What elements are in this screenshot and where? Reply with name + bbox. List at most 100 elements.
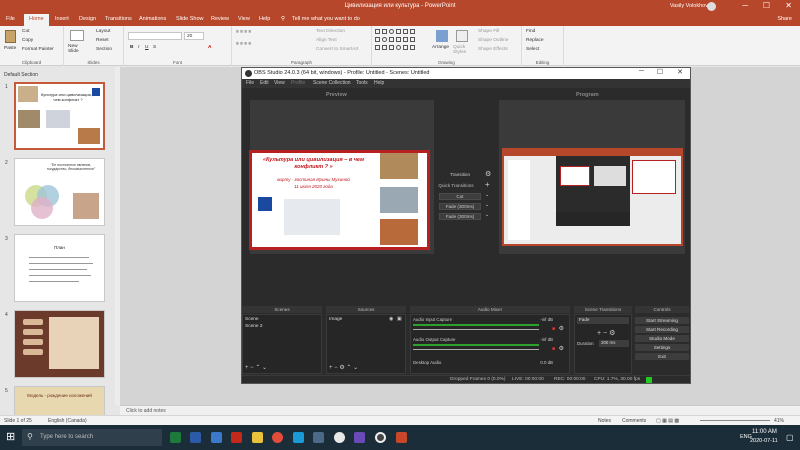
- arrange-button[interactable]: Arrange: [432, 45, 449, 50]
- eye-icon[interactable]: ◉: [389, 316, 393, 322]
- obs-menu-profile[interactable]: Profile: [291, 80, 305, 86]
- align-text-button[interactable]: Align Text: [316, 38, 337, 43]
- font-color-button[interactable]: A: [208, 45, 211, 50]
- app-icon[interactable]: [313, 432, 324, 443]
- align-buttons[interactable]: ≡ ≡ ≡ ≡: [236, 42, 251, 47]
- language-indicator[interactable]: English (Canada): [48, 418, 87, 424]
- italic-button[interactable]: I: [138, 45, 139, 50]
- cut-button[interactable]: Cut: [22, 29, 29, 34]
- paste-button[interactable]: Paste: [4, 46, 16, 51]
- tab-animations[interactable]: Animations: [139, 16, 166, 22]
- bold-button[interactable]: B: [130, 45, 133, 50]
- obs-menu-help[interactable]: Help: [374, 80, 384, 86]
- scenes-list[interactable]: Scene Scene 2 + − ⌃ ⌄: [242, 314, 322, 374]
- transition-button[interactable]: Transition: [439, 172, 481, 179]
- notifications-icon[interactable]: ▢: [786, 433, 794, 442]
- obs-taskbar-icon[interactable]: [375, 432, 386, 443]
- avatar[interactable]: [707, 2, 716, 11]
- slide-thumbnail-4[interactable]: [14, 310, 105, 378]
- chevron-down-icon[interactable]: ⌄: [485, 212, 489, 218]
- replace-button[interactable]: Replace: [526, 38, 544, 43]
- powerpoint-taskbar-icon[interactable]: [396, 432, 407, 443]
- exit-button[interactable]: Exit: [635, 353, 689, 360]
- font-name-input[interactable]: [128, 32, 182, 40]
- obs-menu-scene-collection[interactable]: Scene Collection: [313, 80, 351, 86]
- edge-icon[interactable]: [211, 432, 222, 443]
- notes-pane[interactable]: Click to add notes: [120, 405, 800, 415]
- text-direction-button[interactable]: Text Direction: [316, 29, 345, 34]
- settings-button[interactable]: Settings: [635, 344, 689, 351]
- view-buttons[interactable]: ▢ ▦ ▤ ▩: [656, 418, 679, 424]
- acrobat-icon[interactable]: [231, 432, 242, 443]
- slide-thumbnail-2[interactable]: "Ее постоянное явление, государство, бес…: [14, 158, 105, 226]
- scene-item[interactable]: Scene 2: [245, 324, 263, 329]
- obs-menu-file[interactable]: File: [246, 80, 254, 86]
- clock-time[interactable]: 11:00 AM: [752, 429, 777, 435]
- close-button[interactable]: ✕: [785, 1, 792, 10]
- search-box[interactable]: Type here to search: [22, 429, 162, 446]
- zoom-slider[interactable]: [700, 420, 770, 421]
- obs-menu-edit[interactable]: Edit: [260, 80, 269, 86]
- chevron-down-icon[interactable]: ⌄: [485, 202, 489, 208]
- shape-fill-button[interactable]: Shape Fill: [478, 29, 499, 34]
- tab-insert[interactable]: Insert: [55, 16, 69, 22]
- duration-input[interactable]: 300 ms: [599, 340, 629, 347]
- strikethrough-button[interactable]: S: [153, 45, 156, 50]
- scene-toolbar[interactable]: + − ⌃ ⌄: [245, 364, 267, 371]
- obs-menu-view[interactable]: View: [274, 80, 285, 86]
- preview-slide[interactable]: «Культура или цивилизация – в чем конфли…: [249, 150, 430, 250]
- tab-home[interactable]: Home: [24, 14, 49, 26]
- comments-toggle[interactable]: Comments: [622, 418, 646, 424]
- file-explorer-icon[interactable]: [252, 432, 263, 443]
- new-slide-button[interactable]: New Slide: [68, 44, 88, 54]
- tell-me-search[interactable]: Tell me what you want to do: [292, 16, 360, 22]
- obs-menu-tools[interactable]: Tools: [356, 80, 368, 86]
- slide-thumbnail-5[interactable]: Модель - рождение изложений: [14, 386, 105, 416]
- maximize-button[interactable]: ☐: [763, 1, 770, 10]
- zoom-level[interactable]: 41%: [774, 418, 784, 424]
- obs-maximize-button[interactable]: ☐: [657, 68, 663, 76]
- underline-button[interactable]: U: [145, 45, 148, 50]
- opera-icon[interactable]: [334, 432, 345, 443]
- chrome-icon[interactable]: [272, 432, 283, 443]
- notes-toggle[interactable]: Notes: [598, 418, 611, 424]
- scene-item[interactable]: Scene: [245, 317, 259, 322]
- format-painter-button[interactable]: Format Painter: [22, 47, 54, 52]
- reset-button[interactable]: Reset: [96, 38, 109, 43]
- section-label[interactable]: Default Section: [4, 72, 38, 78]
- fade-transition-button-2[interactable]: Fade (300ms): [439, 213, 481, 220]
- slide-thumbnail-3[interactable]: План: [14, 234, 105, 302]
- fade-transition-button[interactable]: Fade (300ms): [439, 203, 481, 210]
- excel-icon[interactable]: [170, 432, 181, 443]
- minimize-button[interactable]: ─: [742, 1, 748, 10]
- shape-outline-button[interactable]: Shape Outline: [478, 38, 508, 43]
- volume-slider[interactable]: [413, 329, 539, 330]
- shapes-gallery[interactable]: [375, 29, 429, 53]
- transition-select[interactable]: Fade: [577, 317, 629, 324]
- muted-speaker-icon[interactable]: ■: [552, 346, 555, 352]
- bullets-button[interactable]: ≡ ≡ ≡ ≡: [236, 30, 251, 35]
- transition-toolbar[interactable]: + − ⚙: [597, 329, 615, 337]
- source-item[interactable]: Image: [329, 317, 342, 322]
- word-icon[interactable]: [190, 432, 201, 443]
- cut-transition-button[interactable]: Cut: [439, 193, 481, 200]
- tab-transitions[interactable]: Transitions: [105, 16, 132, 22]
- add-icon[interactable]: +: [485, 180, 490, 189]
- layout-button[interactable]: Layout: [96, 29, 110, 34]
- app-icon[interactable]: [354, 432, 365, 443]
- studio-mode-button[interactable]: Studio Mode: [635, 335, 689, 342]
- share-button[interactable]: Share: [777, 16, 792, 22]
- gear-icon[interactable]: ⚙: [485, 170, 491, 178]
- quick-styles-button[interactable]: Quick Styles: [453, 45, 475, 55]
- copy-button[interactable]: Copy: [22, 38, 33, 43]
- find-button[interactable]: Find: [526, 29, 535, 34]
- windows-start-icon[interactable]: ⊞: [6, 430, 15, 443]
- start-recording-button[interactable]: Start Recording: [635, 326, 689, 333]
- tab-design[interactable]: Design: [79, 16, 96, 22]
- sources-toolbar[interactable]: + − ⚙ ⌃ ⌄: [329, 364, 358, 371]
- slide-thumbnail-1[interactable]: Культура или цивилизация, в чем конфликт…: [14, 82, 105, 150]
- obs-close-button[interactable]: ✕: [677, 68, 683, 76]
- gear-icon[interactable]: ⚙: [559, 345, 564, 352]
- obs-minimize-button[interactable]: ─: [639, 68, 644, 75]
- lock-icon[interactable]: ▣: [397, 316, 402, 322]
